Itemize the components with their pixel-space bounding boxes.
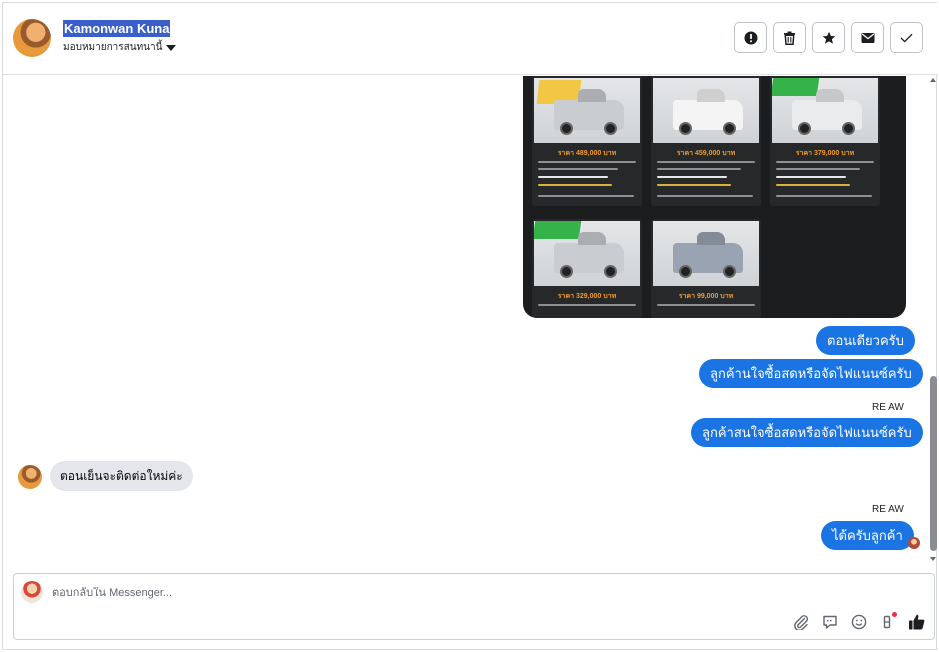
truck-photo — [534, 78, 640, 143]
listing-price: ราคา 379,000 บาท — [795, 150, 855, 157]
page-avatar — [21, 581, 43, 603]
mark-done-button[interactable] — [890, 22, 923, 53]
shared-image-message[interactable]: ราคา 489,000 บาท ราคา 459,000 บาท ราคา 3… — [523, 76, 906, 318]
check-icon — [900, 33, 913, 43]
contact-avatar[interactable] — [13, 19, 51, 57]
mark-unread-button[interactable] — [851, 22, 884, 53]
scroll-down-arrow-icon[interactable] — [930, 557, 936, 561]
smiley-icon — [851, 614, 866, 629]
thread-scrollbar[interactable] — [928, 76, 938, 563]
sender-label: RE AW — [872, 504, 904, 515]
truck-photo — [772, 78, 878, 143]
outgoing-message[interactable]: ลูกค้านใจซื้อสดหรือจัดไฟแนนซ์ครับ — [699, 359, 923, 388]
paperclip-icon — [793, 614, 808, 630]
truck-photo — [534, 221, 640, 286]
notification-dot — [892, 612, 897, 617]
car-listing-card: ราคา 379,000 บาท — [770, 76, 880, 206]
contact-avatar-small[interactable] — [18, 465, 42, 489]
assign-label: มอบหมายการสนทนานี้ — [63, 42, 163, 53]
scroll-thumb[interactable] — [930, 376, 937, 551]
seen-receipt-avatar — [908, 537, 920, 549]
car-listing-card: ราคา 99,000 บาท — [651, 219, 761, 318]
saved-replies-button[interactable] — [820, 612, 839, 631]
listing-price: ราคา 489,000 บาท — [557, 150, 617, 157]
star-icon — [822, 31, 835, 44]
outgoing-message[interactable]: ลูกค้าสนใจซื้อสดหรือจัดไฟแนนซ์ครับ — [691, 418, 923, 447]
composer-tools — [791, 612, 926, 631]
chat-bubble-icon — [822, 615, 837, 629]
attach-button[interactable] — [791, 612, 810, 631]
emoji-button[interactable] — [849, 612, 868, 631]
outgoing-message[interactable]: ได้ครับลูกค้า — [821, 521, 914, 550]
header-actions — [734, 22, 923, 53]
truck-photo — [653, 221, 759, 286]
thumbs-up-icon — [908, 614, 924, 629]
car-listing-card: ราคา 459,000 บาท — [651, 76, 761, 206]
listing-price: ราคา 459,000 บาท — [676, 150, 736, 157]
send-like-button[interactable] — [907, 612, 926, 631]
inbox-conversation-panel: Kamonwan Kuna มอบหมายการสนทนานี้ ราคา 48… — [2, 2, 938, 650]
car-listing-card: ราคา 489,000 บาท — [532, 76, 642, 206]
truck-photo — [653, 78, 759, 143]
contact-name[interactable]: Kamonwan Kuna — [63, 20, 171, 37]
exclamation-icon — [744, 31, 757, 44]
star-button[interactable] — [812, 22, 845, 53]
message-thread[interactable]: ราคา 489,000 บาท ราคา 459,000 บาท ราคา 3… — [3, 76, 938, 563]
trash-icon — [784, 31, 795, 45]
reply-input[interactable] — [52, 587, 652, 599]
envelope-icon — [861, 32, 874, 43]
listing-price: ราคา 99,000 บาท — [678, 293, 734, 300]
reply-composer — [13, 573, 935, 640]
outgoing-message[interactable]: ตอนเดียวครับ — [816, 326, 915, 355]
automation-button[interactable] — [878, 612, 897, 631]
assign-conversation-dropdown[interactable]: มอบหมายการสนทนานี้ — [63, 40, 177, 55]
listing-price: ราคา 329,000 บาท — [557, 293, 617, 300]
car-listing-card: ราคา 329,000 บาท — [532, 219, 642, 318]
incoming-message[interactable]: ตอนเย็นจะติดต่อใหม่ค่ะ — [50, 461, 193, 491]
caret-down-icon — [166, 44, 177, 51]
mark-spam-button[interactable] — [734, 22, 767, 53]
delete-button[interactable] — [773, 22, 806, 53]
scroll-up-arrow-icon[interactable] — [930, 78, 936, 82]
conversation-header: Kamonwan Kuna มอบหมายการสนทนานี้ — [3, 3, 938, 75]
sender-label: RE AW — [872, 402, 904, 413]
